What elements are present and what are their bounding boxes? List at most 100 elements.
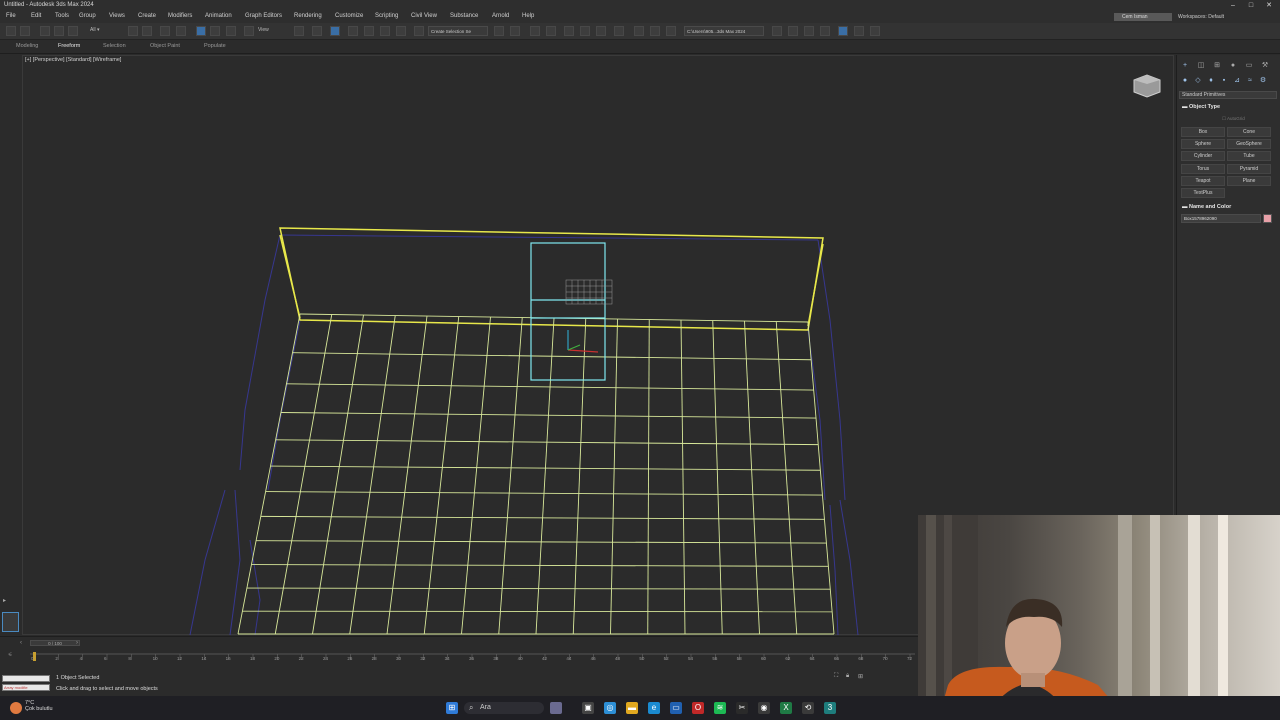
- viewcube-icon[interactable]: [1130, 72, 1164, 100]
- opera-icon[interactable]: O: [692, 702, 704, 714]
- floor-grid-column-line: [498, 317, 523, 635]
- timeline-tick-label: 12: [177, 656, 183, 661]
- timeline-tick-label: 16: [225, 656, 231, 661]
- cameras-icon[interactable]: ▪: [1219, 76, 1229, 85]
- outlook-icon[interactable]: ▭: [670, 702, 682, 714]
- search-icon: ⌕: [469, 703, 474, 712]
- geometry-icon[interactable]: ●: [1180, 76, 1190, 85]
- geosphere-button[interactable]: GeoSphere: [1227, 139, 1271, 149]
- timeline-tick-label: 50: [639, 656, 645, 661]
- edge-icon[interactable]: e: [648, 702, 660, 714]
- taskbar-search[interactable]: Ara: [464, 702, 544, 714]
- task-view-icon[interactable]: ▣: [582, 702, 594, 714]
- timeline-tick-label: 6: [104, 656, 107, 661]
- timeline-tick-label: 20: [274, 656, 280, 661]
- timeline-tick-label: 30: [396, 656, 402, 661]
- timeline-tick-label: 46: [590, 656, 596, 661]
- timeline-tick-label: 22: [298, 656, 304, 661]
- hierarchy-tab-icon[interactable]: ⊞: [1212, 61, 1222, 70]
- isolate-selection-icon[interactable]: ⛶: [834, 673, 842, 681]
- box-button[interactable]: Box: [1181, 127, 1225, 137]
- 3ds-max-icon[interactable]: 3: [824, 702, 836, 714]
- systems-icon[interactable]: ⚙: [1258, 76, 1268, 85]
- file-explorer-icon[interactable]: ▬: [626, 702, 638, 714]
- plane-button[interactable]: Plane: [1227, 176, 1271, 186]
- spotify-icon[interactable]: ≋: [714, 702, 726, 714]
- spacewarps-icon[interactable]: ≈: [1245, 76, 1255, 85]
- create-tab-icon[interactable]: +: [1180, 61, 1190, 70]
- timeline-tick-label: 24: [323, 656, 329, 661]
- vpn-app-icon[interactable]: ⟲: [802, 702, 814, 714]
- taskbar-app-graphic-icon[interactable]: [550, 702, 562, 714]
- timeline-tick-label: 56: [712, 656, 718, 661]
- windows-taskbar: [0, 696, 1280, 720]
- cylinder-button[interactable]: Cylinder: [1181, 151, 1225, 161]
- absolute-mode-icon[interactable]: ⊞: [858, 673, 866, 681]
- pyramid-button[interactable]: Pyramid: [1227, 164, 1271, 174]
- weather-icon: [10, 702, 22, 714]
- floor-grid-column-line: [744, 320, 760, 635]
- maxscript-listener-input[interactable]: [2, 675, 50, 682]
- floor-grid-column-line: [423, 316, 460, 635]
- start-menu-icon[interactable]: ⊞: [446, 702, 458, 714]
- timeline-tick-label: 2: [55, 656, 58, 661]
- modify-tab-icon[interactable]: ◫: [1196, 61, 1206, 70]
- weather-widget[interactable]: 7°C Çok bulutlu: [25, 700, 53, 712]
- timeline-tick-label: 52: [663, 656, 669, 661]
- floor-grid-column-line: [386, 315, 428, 635]
- maxscript-output[interactable]: Array modifie: [2, 684, 50, 691]
- timeline-tick-label: 66: [834, 656, 840, 661]
- excel-icon[interactable]: X: [780, 702, 792, 714]
- floor-grid-column-line: [610, 318, 618, 635]
- shapes-icon[interactable]: ◇: [1193, 76, 1203, 85]
- floor-grid-column-line: [461, 316, 491, 635]
- floor-grid-column-line: [680, 319, 686, 635]
- search-label: Ara: [480, 704, 491, 711]
- object-color-swatch[interactable]: [1263, 214, 1272, 223]
- timeline-tick-label: 64: [809, 656, 815, 661]
- track-bar-toggle-icon[interactable]: ⚟: [8, 652, 12, 658]
- time-slider-next-icon[interactable]: ›: [76, 640, 78, 646]
- selection-count: 1 Object Selected: [56, 675, 100, 681]
- time-slider[interactable]: 0 / 100: [30, 640, 80, 646]
- presenter-video: [918, 515, 1228, 720]
- tube-button[interactable]: Tube: [1227, 151, 1271, 161]
- floor-grid-column-line: [775, 321, 798, 635]
- floor-grid: [237, 313, 835, 635]
- timeline-tick-label: 42: [542, 656, 548, 661]
- display-tab-icon[interactable]: ▭: [1244, 61, 1254, 70]
- floor-grid-column-line: [647, 319, 650, 635]
- floor-grid-row-line: [242, 610, 833, 613]
- browser-app-icon[interactable]: ◉: [758, 702, 770, 714]
- selection-lock-icon[interactable]: 🔒︎: [846, 673, 854, 681]
- sphere-button[interactable]: Sphere: [1181, 139, 1225, 149]
- object-category-dropdown[interactable]: Standard Primitives: [1179, 91, 1277, 99]
- time-slider-prev-icon[interactable]: ‹: [20, 640, 22, 646]
- object-type-rollout-header[interactable]: ▬ Object Type: [1182, 104, 1220, 110]
- autogrid-checkbox[interactable]: ☐ AutoGrid: [1222, 116, 1245, 122]
- selected-box-wireframe: [530, 242, 606, 381]
- cone-button[interactable]: Cone: [1227, 127, 1271, 137]
- floor-grid-column-line: [237, 313, 301, 635]
- name-and-color-rollout-header[interactable]: ▬ Name and Color: [1182, 204, 1231, 210]
- timeline-tick-label: 58: [736, 656, 742, 661]
- status-prompt: Click and drag to select and move object…: [56, 686, 158, 692]
- teapot-button[interactable]: Teapot: [1181, 176, 1225, 186]
- floor-grid-column-line: [712, 320, 723, 635]
- timeline-tick-label: 60: [761, 656, 767, 661]
- helpers-icon[interactable]: ⊿: [1232, 76, 1242, 85]
- timeline-tick-label: 68: [858, 656, 864, 661]
- timeline-tick-label: 32: [420, 656, 426, 661]
- timeline-tick-label: 14: [201, 656, 207, 661]
- timeline-tick-label: 70: [882, 656, 888, 661]
- floor-grid-row-line: [246, 587, 831, 590]
- chrome-icon[interactable]: ◎: [604, 702, 616, 714]
- status-bar: [0, 670, 920, 696]
- motion-tab-icon[interactable]: ●: [1228, 61, 1238, 70]
- lights-icon[interactable]: ♦: [1206, 76, 1216, 85]
- textplus-button[interactable]: TextPlus: [1181, 188, 1225, 198]
- object-name-field[interactable]: Box1578962090: [1181, 214, 1261, 223]
- torus-button[interactable]: Torus: [1181, 164, 1225, 174]
- snipping-tool-icon[interactable]: ✂: [736, 702, 748, 714]
- utilities-tab-icon[interactable]: ⚒: [1260, 61, 1270, 70]
